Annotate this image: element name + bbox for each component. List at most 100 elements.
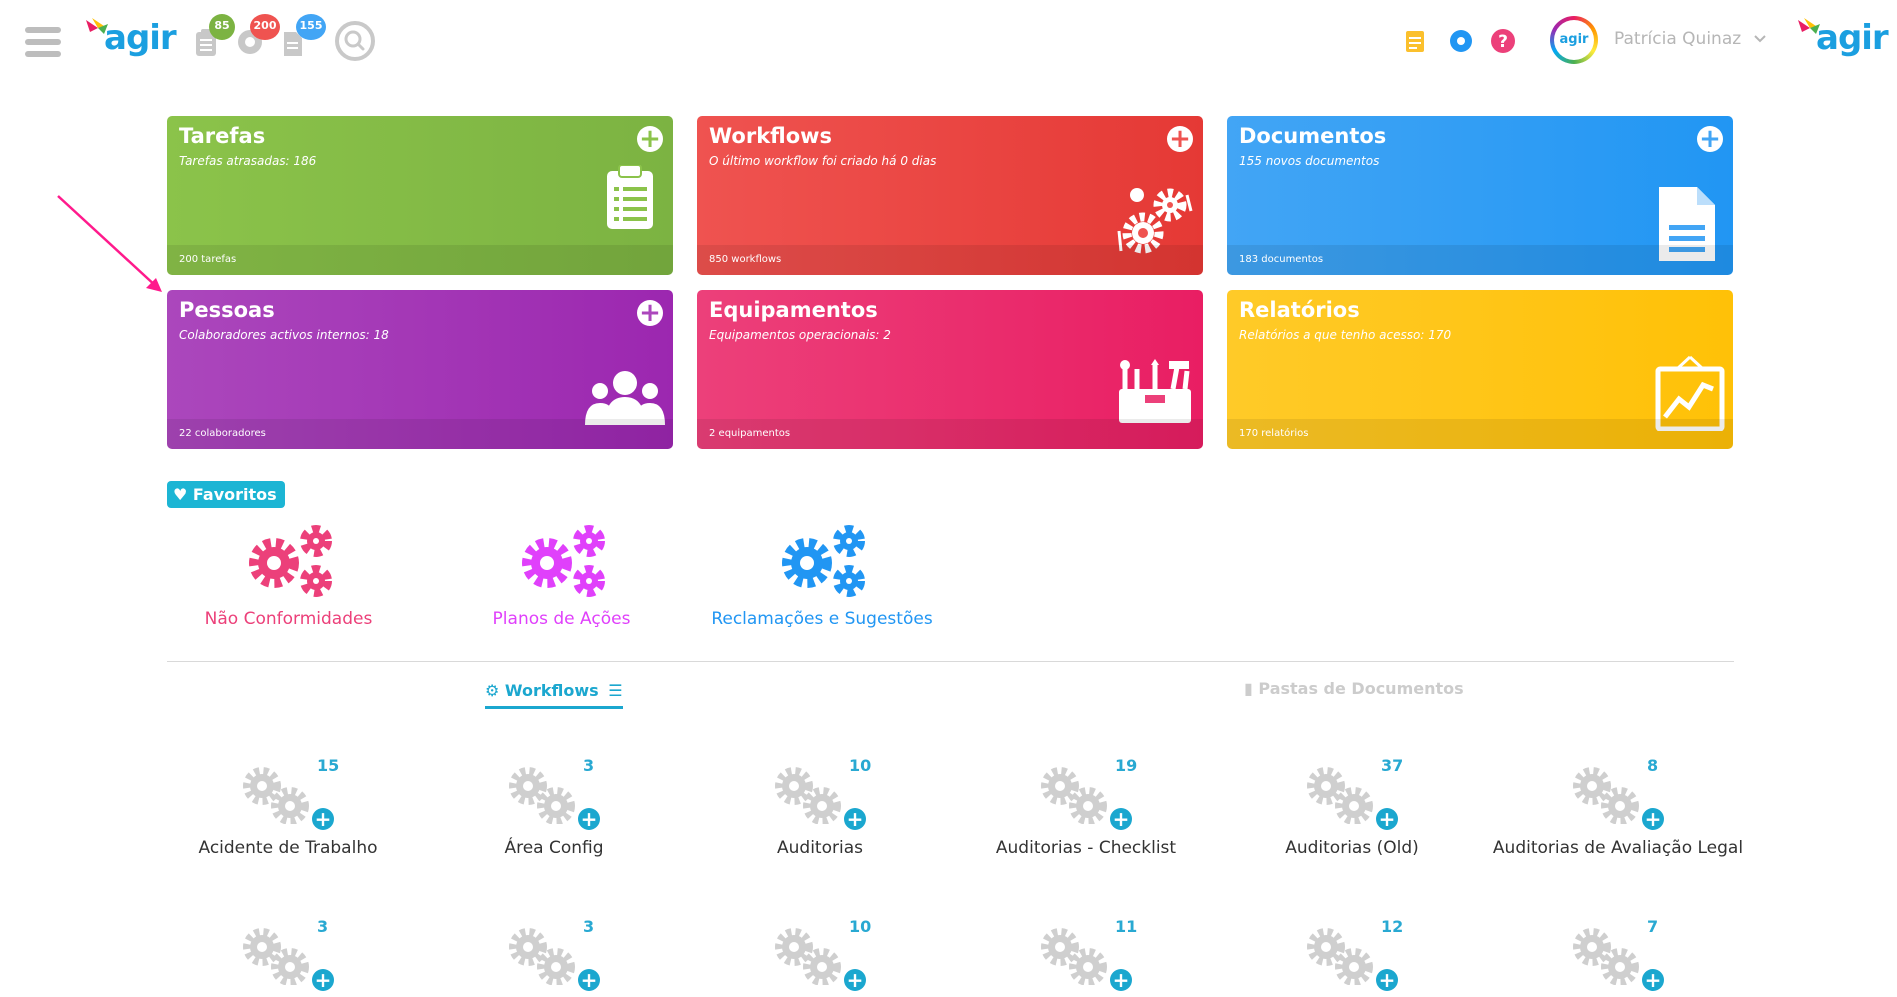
gears-icon: [243, 767, 309, 824]
gears-icon: [1573, 928, 1639, 985]
workflow-item[interactable]: 11 +: [953, 917, 1219, 997]
tile-footer: 200 tarefas: [167, 245, 673, 275]
heart-icon: ♥: [173, 485, 188, 504]
add-icon[interactable]: +: [578, 808, 600, 830]
workflow-count: 37: [1381, 756, 1404, 775]
workflow-name: Auditorias (Old): [1285, 838, 1419, 858]
workflow-count: 15: [317, 756, 340, 775]
workflow-item[interactable]: 7 +: [1485, 917, 1751, 997]
notepad-icon[interactable]: [1404, 28, 1428, 58]
tile-footer: 2 equipamentos: [697, 419, 1203, 449]
workflow-name: Acidente de Trabalho: [198, 838, 378, 858]
tile-footer: 850 workflows: [697, 245, 1203, 275]
add-icon[interactable]: +: [578, 969, 600, 991]
tile-title: Tarefas: [179, 124, 266, 148]
tile-title: Relatórios: [1239, 298, 1360, 322]
add-icon[interactable]: +: [1697, 126, 1723, 152]
workflow-item[interactable]: 3 + Área Config: [421, 756, 687, 860]
add-icon[interactable]: +: [637, 300, 663, 326]
gears-icon: [509, 928, 575, 985]
workflow-item[interactable]: 3 +: [421, 917, 687, 997]
tab-label: Pastas de Documentos: [1258, 679, 1464, 698]
add-icon[interactable]: +: [1642, 808, 1664, 830]
tile-title: Pessoas: [179, 298, 275, 322]
settings-icon[interactable]: [1448, 28, 1474, 58]
tile-workflows[interactable]: Workflows O último workflow foi criado h…: [697, 116, 1203, 275]
agir-logo-right: agir: [1798, 18, 1889, 58]
add-icon[interactable]: +: [637, 126, 663, 152]
add-icon[interactable]: +: [1376, 808, 1398, 830]
gears-icon: [775, 767, 841, 824]
add-icon[interactable]: +: [312, 808, 334, 830]
gears-icon: [1573, 767, 1639, 824]
workflow-count: 11: [1115, 917, 1138, 936]
workflow-count: 3: [583, 917, 595, 936]
favorite-label: Reclamações e Sugestões: [711, 609, 933, 629]
user-name[interactable]: Patrícia Quinaz: [1614, 29, 1767, 49]
workflow-item[interactable]: 37 + Auditorias (Old): [1219, 756, 1485, 860]
tile-documentos[interactable]: Documentos 155 novos documentos + 183 do…: [1227, 116, 1733, 275]
workflow-count: 10: [849, 756, 872, 775]
svg-text:?: ?: [1498, 32, 1508, 52]
avatar[interactable]: agir: [1550, 16, 1598, 64]
tasks-badge: 85: [209, 14, 235, 40]
favorite-label: Planos de Ações: [492, 609, 631, 629]
tile-subtitle: Equipamentos operacionais: 2: [709, 328, 891, 342]
tile-equipamentos[interactable]: Equipamentos Equipamentos operacionais: …: [697, 290, 1203, 449]
divider: [167, 661, 1734, 662]
workflow-item[interactable]: 15 + Acidente de Trabalho: [155, 756, 421, 860]
favorites-label: Favoritos: [192, 485, 277, 504]
workflows-badge: 200: [250, 14, 280, 40]
favorite-reclamacoes-e-sugestoes[interactable]: Reclamações e Sugestões: [692, 523, 952, 629]
gears-icon: [248, 525, 332, 597]
add-icon[interactable]: +: [1110, 969, 1132, 991]
gears-small-icon: ⚙: [485, 681, 500, 700]
add-icon[interactable]: +: [1376, 969, 1398, 991]
workflow-item[interactable]: 10 + Auditorias: [687, 756, 953, 860]
workflow-count: 3: [317, 917, 329, 936]
tile-relatorios[interactable]: Relatórios Relatórios a que tenho acesso…: [1227, 290, 1733, 449]
gears-icon: [1307, 767, 1373, 824]
menu-icon[interactable]: [25, 27, 61, 63]
workflow-item[interactable]: 3 +: [155, 917, 421, 997]
gears-icon: [243, 928, 309, 985]
workflow-item[interactable]: 12 +: [1219, 917, 1485, 997]
favorites-badge: ♥ Favoritos: [167, 481, 285, 508]
folder-document-icon: ▮: [1244, 679, 1253, 698]
chevron-down-icon: [1753, 29, 1767, 49]
tab-pastas-de-documentos[interactable]: ▮ Pastas de Documentos: [1244, 679, 1464, 698]
gears-icon: [521, 525, 605, 597]
workflow-name: Auditorias de Avaliação Legal: [1492, 838, 1744, 858]
tab-label: Workflows: [504, 681, 599, 700]
workflow-item[interactable]: 10 +: [687, 917, 953, 997]
workflow-count: 7: [1647, 917, 1659, 936]
workflow-name: Auditorias: [777, 838, 863, 858]
tile-subtitle: Relatórios a que tenho acesso: 170: [1239, 328, 1452, 342]
search-icon[interactable]: [335, 21, 375, 61]
add-icon[interactable]: +: [1642, 969, 1664, 991]
favorite-planos-de-acoes[interactable]: Planos de Ações: [440, 523, 683, 629]
gears-icon: [1307, 928, 1373, 985]
workflow-count: 10: [849, 917, 872, 936]
add-icon[interactable]: +: [312, 969, 334, 991]
favorite-nao-conformidades[interactable]: Não Conformidades: [167, 523, 410, 629]
workflow-item[interactable]: 8 + Auditorias de Avaliação Legal: [1485, 756, 1751, 860]
tile-pessoas[interactable]: Pessoas Colaboradores activos internos: …: [167, 290, 673, 449]
logo-text: agir: [104, 18, 177, 58]
gears-icon: [775, 928, 841, 985]
add-icon[interactable]: +: [844, 808, 866, 830]
workflow-item[interactable]: 19 + Auditorias - Checklist: [953, 756, 1219, 860]
tile-tarefas[interactable]: Tarefas Tarefas atrasadas: 186 + 200 tar…: [167, 116, 673, 275]
tab-workflows[interactable]: ⚙ Workflows ☰: [485, 681, 623, 709]
logo-text: agir: [1816, 18, 1889, 58]
gears-icon: [1041, 767, 1107, 824]
workflow-name: Auditorias - Checklist: [995, 838, 1177, 858]
add-icon[interactable]: +: [1167, 126, 1193, 152]
add-icon[interactable]: +: [1110, 808, 1132, 830]
gears-icon: [509, 767, 575, 824]
list-icon: ☰: [608, 681, 623, 700]
workflow-count: 19: [1115, 756, 1138, 775]
help-icon[interactable]: ?: [1490, 28, 1516, 58]
agir-logo[interactable]: agir: [86, 18, 177, 58]
add-icon[interactable]: +: [844, 969, 866, 991]
